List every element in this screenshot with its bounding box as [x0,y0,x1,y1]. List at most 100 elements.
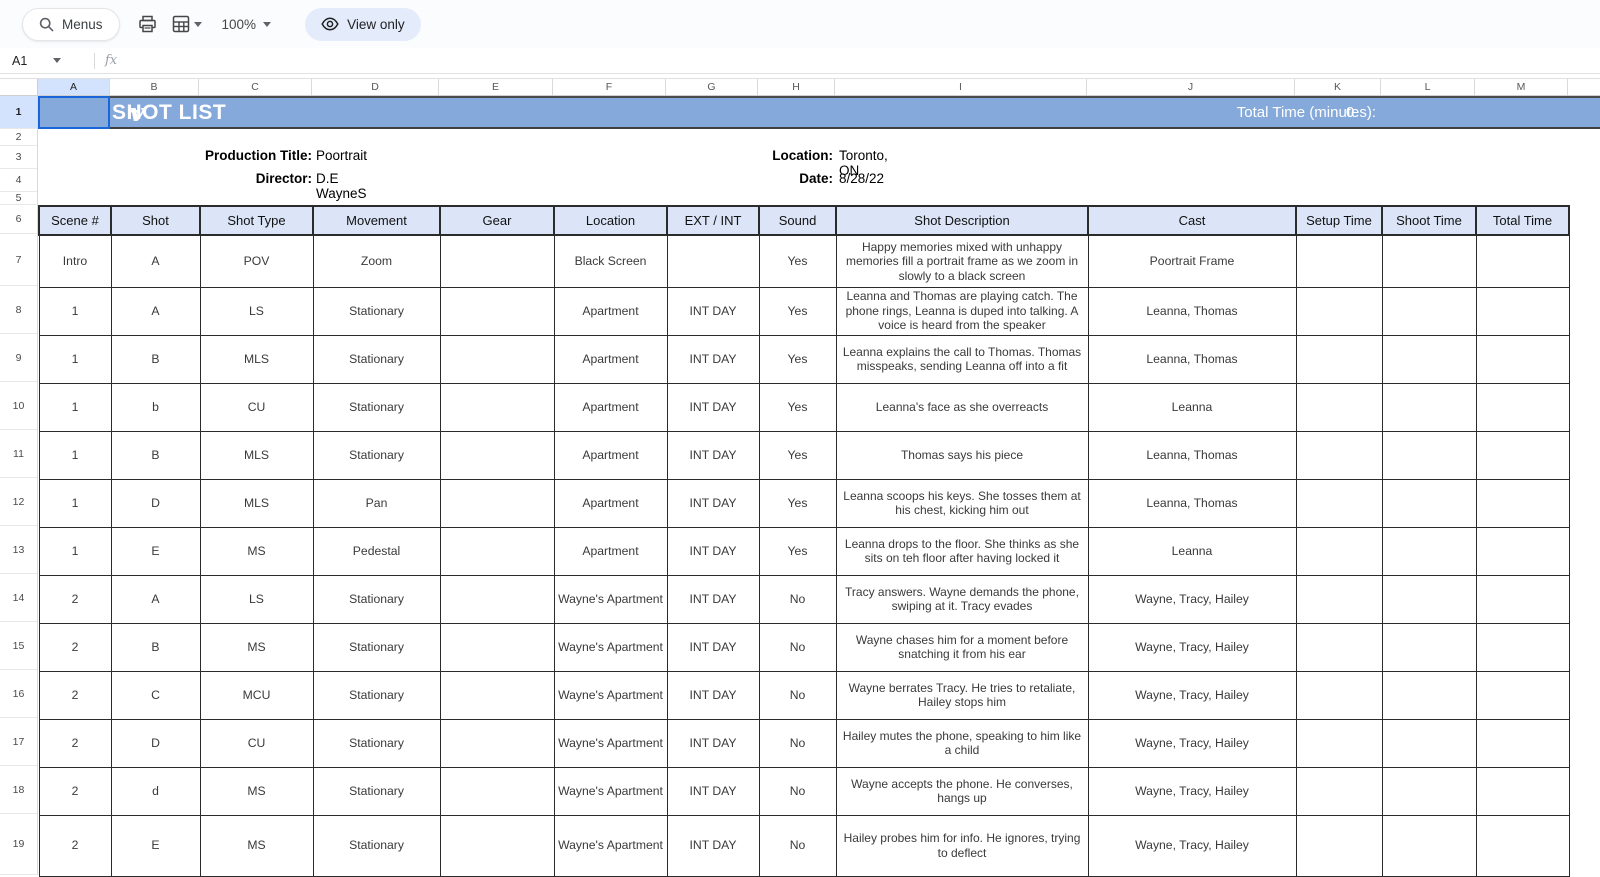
table-cell[interactable]: Wayne's Apartment [554,575,667,623]
table-cell[interactable]: 1 [39,479,111,527]
table-cell[interactable] [1382,479,1476,527]
table-cell[interactable]: MLS [200,431,313,479]
table-cell[interactable] [1296,235,1382,287]
table-cell[interactable]: POV [200,235,313,287]
table-cell[interactable] [1476,287,1569,335]
table-cell[interactable]: MS [200,527,313,575]
table-cell[interactable]: Stationary [313,719,440,767]
table-cell[interactable]: Wayne's Apartment [554,623,667,671]
table-cell[interactable]: Leanna, Thomas [1088,431,1296,479]
production-title-value[interactable]: Poortrait [316,148,367,163]
table-cell[interactable] [440,815,554,876]
table-cell[interactable] [1296,431,1382,479]
table-cell[interactable]: Tracy answers. Wayne demands the phone, … [836,575,1088,623]
table-cell[interactable]: MCU [200,671,313,719]
table-cell[interactable]: Wayne, Tracy, Hailey [1088,575,1296,623]
table-header-cell[interactable]: EXT / INT [667,206,759,235]
table-cell[interactable]: Stationary [313,335,440,383]
table-cell[interactable] [1476,671,1569,719]
table-header-cell[interactable]: Sound [759,206,836,235]
table-cell[interactable] [1296,287,1382,335]
table-cell[interactable]: Leanna, Thomas [1088,479,1296,527]
table-cell[interactable] [1382,815,1476,876]
column-header-g[interactable]: G [666,79,758,95]
select-all-corner[interactable] [0,78,38,96]
table-cell[interactable]: Stationary [313,767,440,815]
table-cell[interactable]: LS [200,575,313,623]
table-cell[interactable]: Hailey probes him for info. He ignores, … [836,815,1088,876]
table-cell[interactable]: D [111,719,200,767]
table-cell[interactable]: Wayne's Apartment [554,815,667,876]
table-cell[interactable] [1476,479,1569,527]
table-cell[interactable]: Black Screen [554,235,667,287]
row-header-18[interactable]: 18 [0,766,37,814]
table-cell[interactable] [1382,383,1476,431]
table-cell[interactable]: Apartment [554,287,667,335]
table-cell[interactable]: 2 [39,671,111,719]
table-cell[interactable]: E [111,527,200,575]
table-cell[interactable]: No [759,575,836,623]
table-cell[interactable] [1296,815,1382,876]
table-header-cell[interactable]: Setup Time [1296,206,1382,235]
table-cell[interactable] [440,575,554,623]
table-header-cell[interactable]: Shot Description [836,206,1088,235]
table-cell[interactable] [440,335,554,383]
table-cell[interactable] [1382,287,1476,335]
table-cell[interactable]: Zoom [313,235,440,287]
table-cell[interactable]: 2 [39,575,111,623]
table-cell[interactable]: Apartment [554,383,667,431]
table-cell[interactable] [1476,623,1569,671]
table-cell[interactable]: No [759,719,836,767]
table-cell[interactable]: 1 [39,287,111,335]
column-header-e[interactable]: E [439,79,553,95]
table-cell[interactable]: Stationary [313,383,440,431]
column-header-f[interactable]: F [553,79,666,95]
table-cell[interactable]: Hailey mutes the phone, speaking to him … [836,719,1088,767]
row-header-6[interactable]: 6 [0,205,37,234]
table-cell[interactable]: B [111,431,200,479]
table-cell[interactable]: A [111,287,200,335]
table-cell[interactable] [1476,235,1569,287]
table-cell[interactable] [1476,335,1569,383]
table-header-cell[interactable]: Total Time [1476,206,1569,235]
table-cell[interactable]: 2 [39,767,111,815]
table-cell[interactable]: MS [200,767,313,815]
table-cell[interactable]: INT DAY [667,527,759,575]
table-cell[interactable]: D [111,479,200,527]
table-cell[interactable]: 2 [39,719,111,767]
table-cell[interactable]: LS [200,287,313,335]
table-cell[interactable]: B [111,335,200,383]
table-cell[interactable]: INT DAY [667,479,759,527]
table-cell[interactable]: Wayne, Tracy, Hailey [1088,671,1296,719]
table-cell[interactable]: Wayne, Tracy, Hailey [1088,767,1296,815]
table-cell[interactable]: Wayne chases him for a moment before sna… [836,623,1088,671]
table-cell[interactable]: Yes [759,479,836,527]
table-cell[interactable] [1296,527,1382,575]
column-header-l[interactable]: L [1381,79,1475,95]
table-cell[interactable]: 1 [39,335,111,383]
number-format-button[interactable] [171,15,202,34]
table-cell[interactable] [440,431,554,479]
table-cell[interactable]: MLS [200,335,313,383]
table-header-cell[interactable]: Location [554,206,667,235]
table-cell[interactable]: No [759,623,836,671]
table-cell[interactable]: Leanna and Thomas are playing catch. The… [836,287,1088,335]
table-cell[interactable] [440,527,554,575]
production-title-label[interactable]: Production Title: [38,148,312,163]
table-cell[interactable]: No [759,767,836,815]
table-cell[interactable]: Leanna [1088,527,1296,575]
table-cell[interactable]: Yes [759,383,836,431]
row-header-14[interactable]: 14 [0,574,37,622]
column-header-h[interactable]: H [758,79,835,95]
table-cell[interactable]: 1 [39,527,111,575]
table-cell[interactable]: 1 [39,383,111,431]
table-cell[interactable]: Happy memories mixed with unhappy memori… [836,235,1088,287]
table-cell[interactable] [1296,383,1382,431]
table-cell[interactable] [440,623,554,671]
table-header-cell[interactable]: Scene # [39,206,111,235]
row-header-12[interactable]: 12 [0,478,37,526]
table-cell[interactable]: b [111,383,200,431]
row-header-11[interactable]: 11 [0,430,37,478]
column-header-d[interactable]: D [312,79,439,95]
table-cell[interactable] [1382,671,1476,719]
